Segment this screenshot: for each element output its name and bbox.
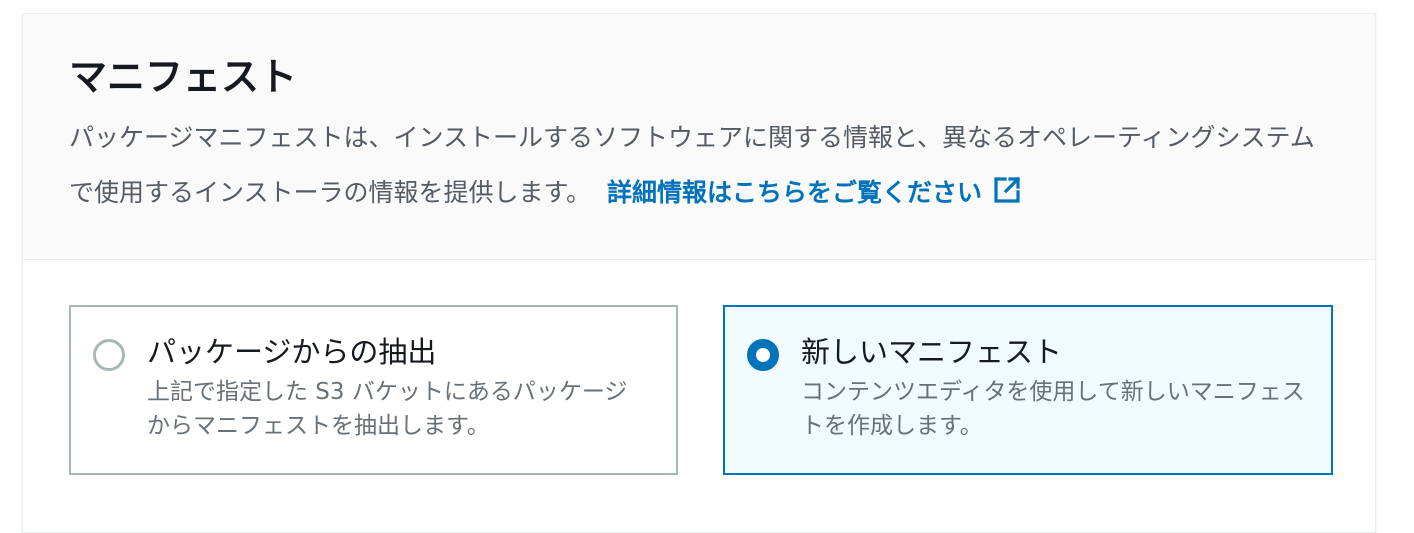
option-description: 上記で指定した S3 バケットにあるパッケージからマニフェストを抽出します。: [147, 379, 628, 439]
info-link[interactable]: 詳細情報はこちらをご覧ください: [607, 176, 1022, 207]
option-description: コンテンツエディタを使用して新しいマニフェストを作成します。: [801, 379, 1305, 439]
external-link-icon: [992, 169, 1022, 224]
info-link-label: 詳細情報はこちらをご覧ください: [607, 178, 983, 207]
panel-description: パッケージマニフェストは、インストールするソフトウェアに関する情報と、異なるオペ…: [69, 110, 1339, 224]
panel-title: マニフェスト: [69, 55, 298, 99]
option-label: 新しいマニフェスト: [801, 335, 1063, 369]
new-manifest-option[interactable]: 新しいマニフェスト コンテンツエディタを使用して新しいマニフェストを作成します。: [723, 305, 1333, 475]
manifest-panel: マニフェスト パッケージマニフェストは、インストールするソフトウェアに関する情報…: [22, 13, 1376, 533]
panel-header: マニフェスト パッケージマニフェストは、インストールするソフトウェアに関する情報…: [23, 14, 1375, 260]
extract-from-package-option[interactable]: パッケージからの抽出 上記で指定した S3 バケットにあるパッケージからマニフェ…: [69, 305, 678, 475]
option-label: パッケージからの抽出: [147, 335, 437, 369]
radio-new-manifest[interactable]: [747, 339, 779, 371]
radio-extract-from-package[interactable]: [93, 339, 125, 371]
